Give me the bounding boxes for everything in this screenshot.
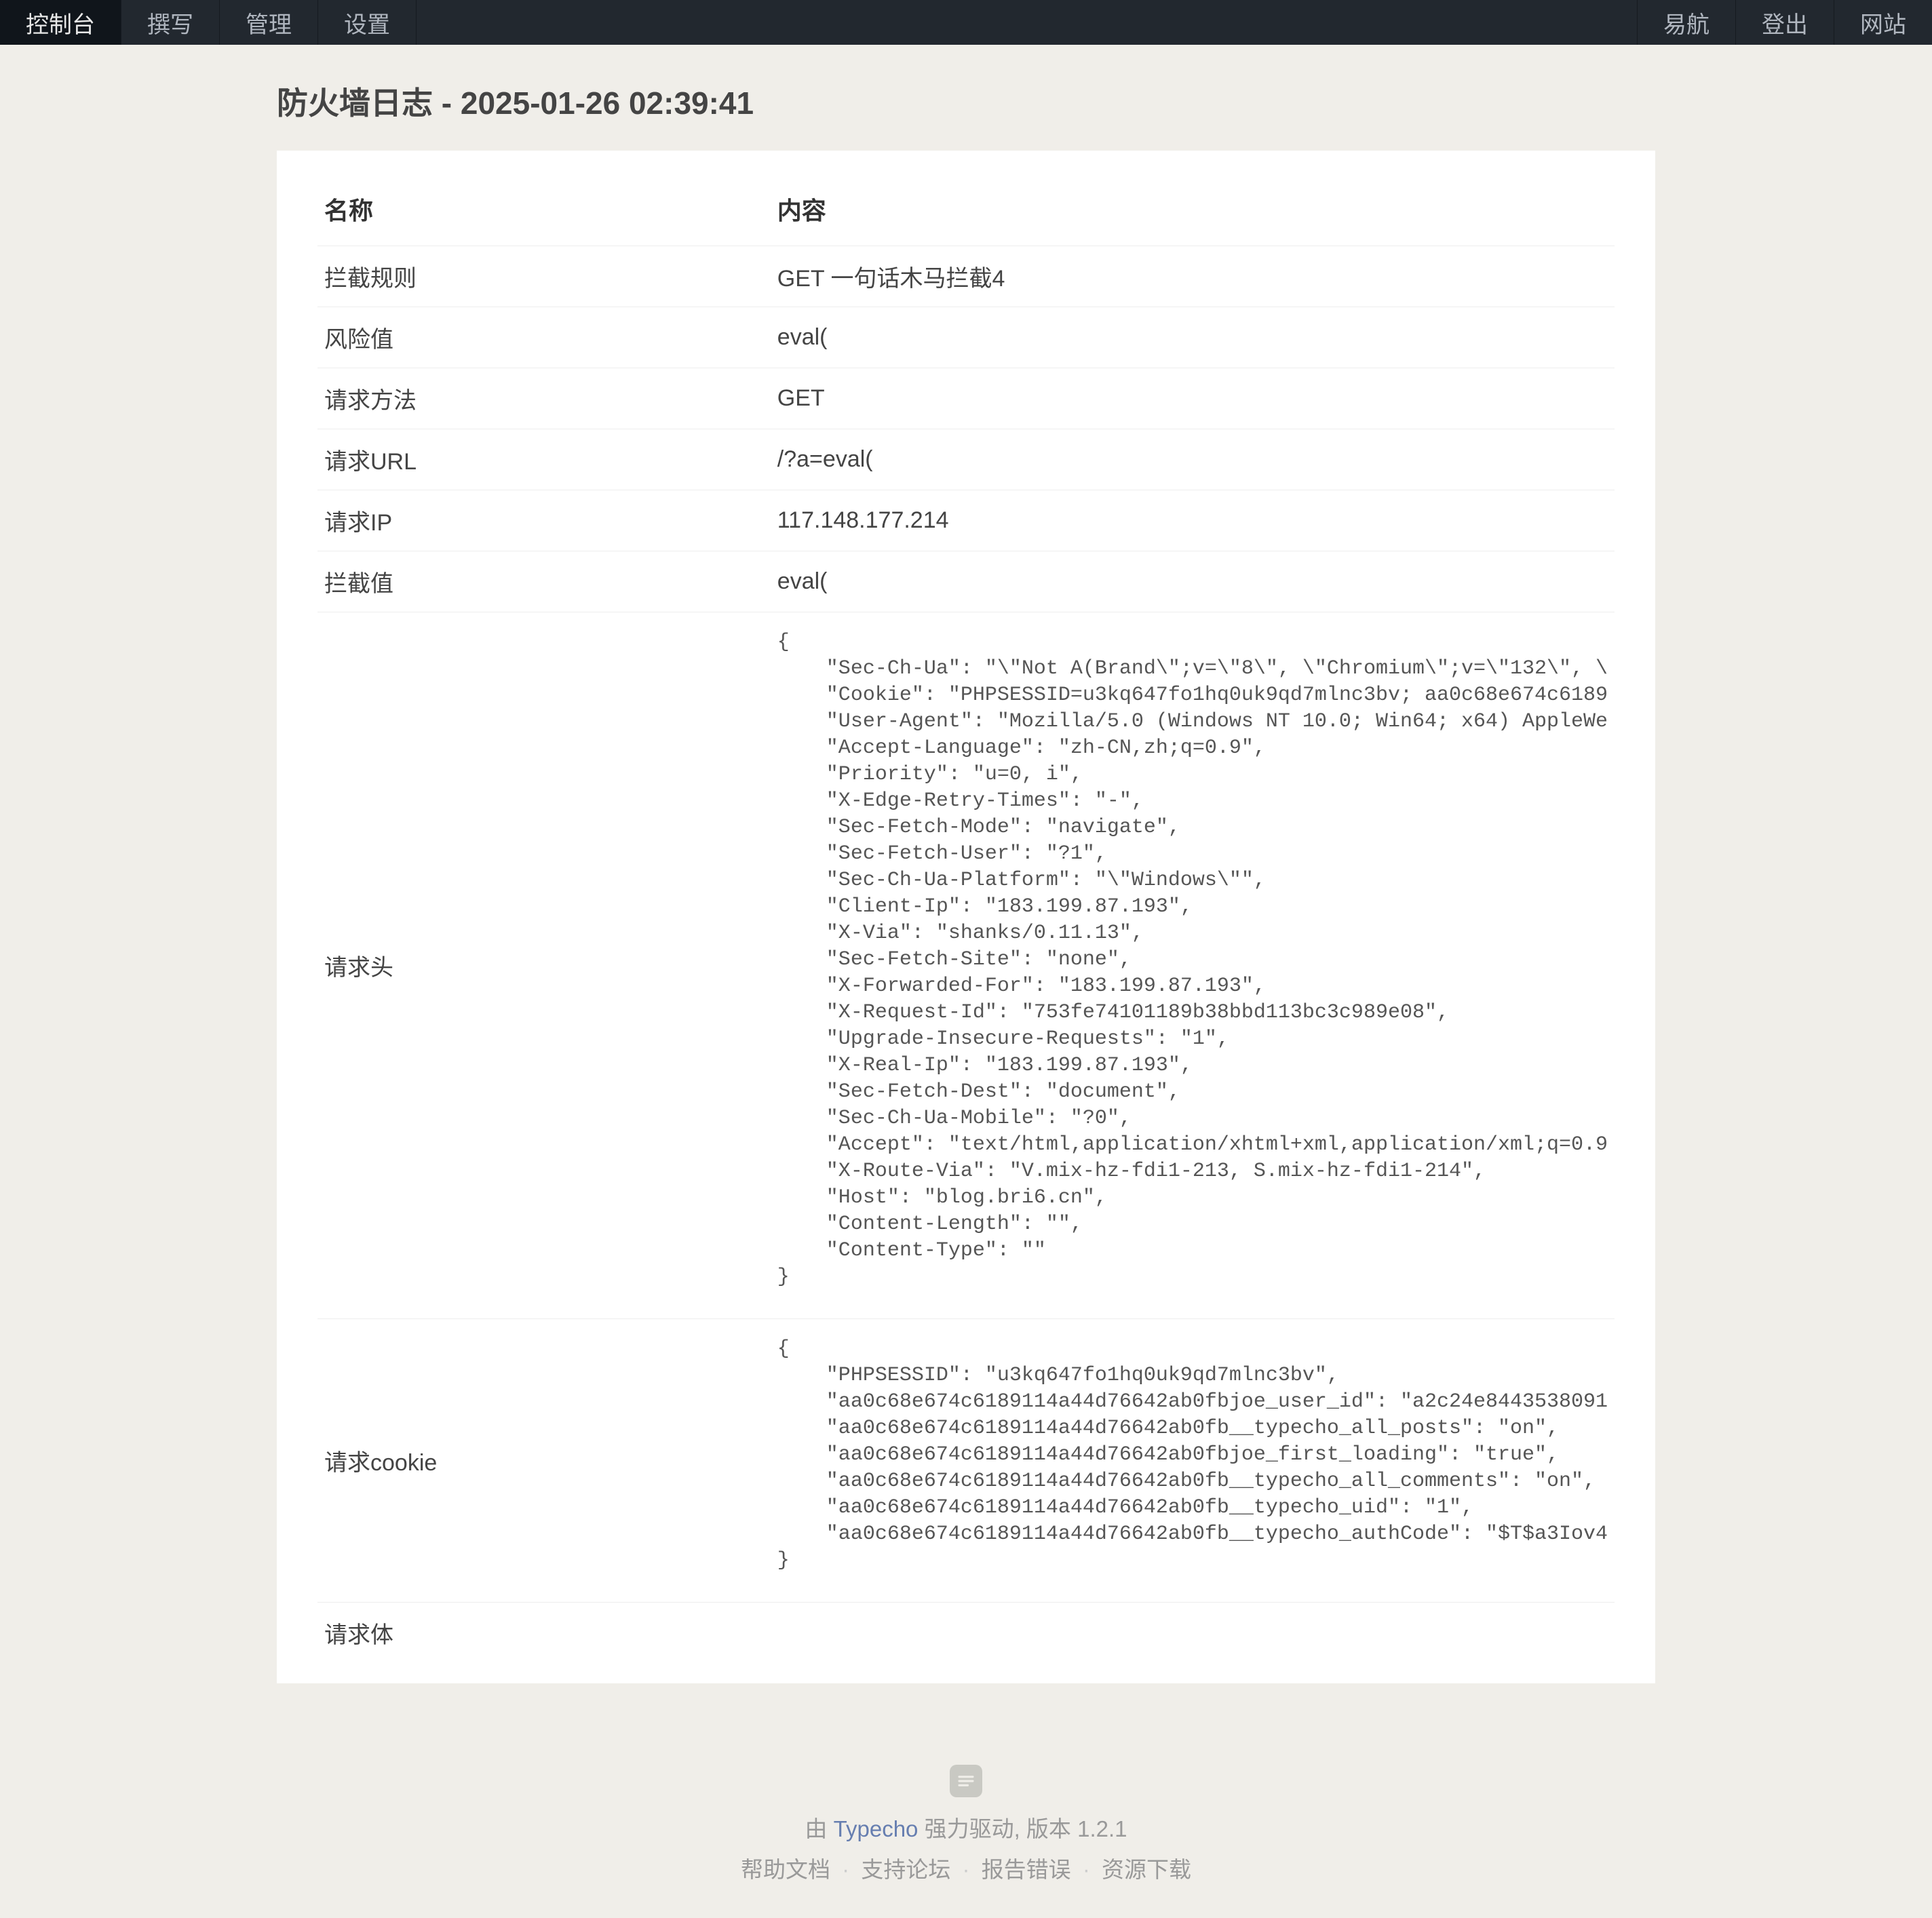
top-nav-right: 易航 登出 网站 bbox=[1637, 0, 1932, 45]
row-name: 请求cookie bbox=[317, 1319, 771, 1603]
row-name: 请求头 bbox=[317, 612, 771, 1319]
page-title: 防火墙日志 - 2025-01-26 02:39:41 bbox=[277, 79, 1655, 123]
table-row-headers: 请求头 { "Sec-Ch-Ua": "\"Not A(Brand\";v=\"… bbox=[317, 612, 1615, 1319]
row-content bbox=[771, 1603, 1615, 1664]
nav-site[interactable]: 网站 bbox=[1834, 0, 1932, 45]
row-content: eval( bbox=[771, 307, 1615, 368]
row-content-pre: { "PHPSESSID": "u3kq647fo1hq0uk9qd7mlnc3… bbox=[771, 1319, 1615, 1603]
row-content-pre: { "Sec-Ch-Ua": "\"Not A(Brand\";v=\"8\",… bbox=[771, 612, 1615, 1319]
footer-link-help[interactable]: 帮助文档 bbox=[741, 1857, 830, 1882]
typecho-logo-icon bbox=[950, 1765, 982, 1797]
top-nav-left: 控制台 撰写 管理 设置 bbox=[0, 0, 417, 45]
request-headers-pre[interactable]: { "Sec-Ch-Ua": "\"Not A(Brand\";v=\"8\",… bbox=[777, 629, 1608, 1302]
row-name: 拦截规则 bbox=[317, 246, 771, 307]
table-row: 请求方法 GET bbox=[317, 368, 1615, 429]
log-card: 名称 内容 拦截规则 GET 一句话木马拦截4 风险值 eval( 请求方法 G… bbox=[277, 151, 1655, 1683]
table-row: 请求IP 117.148.177.214 bbox=[317, 490, 1615, 551]
request-cookie-pre[interactable]: { "PHPSESSID": "u3kq647fo1hq0uk9qd7mlnc3… bbox=[777, 1336, 1608, 1585]
footer-credit: 由 Typecho 强力驱动, 版本 1.2.1 bbox=[0, 1811, 1932, 1843]
table-row-cookie: 请求cookie { "PHPSESSID": "u3kq647fo1hq0uk… bbox=[317, 1319, 1615, 1603]
separator: · bbox=[842, 1857, 849, 1882]
table-row: 请求URL /?a=eval( bbox=[317, 429, 1615, 490]
nav-write[interactable]: 撰写 bbox=[121, 0, 220, 45]
footer-text: 由 bbox=[805, 1816, 833, 1841]
row-name: 请求IP bbox=[317, 490, 771, 551]
col-content-header: 内容 bbox=[771, 178, 1615, 246]
footer-link-download[interactable]: 资源下载 bbox=[1102, 1857, 1191, 1882]
footer-text: 强力驱动, 版本 bbox=[918, 1816, 1077, 1841]
row-content: 117.148.177.214 bbox=[771, 490, 1615, 551]
table-row-body: 请求体 bbox=[317, 1603, 1615, 1664]
row-content: GET bbox=[771, 368, 1615, 429]
table-row: 拦截值 eval( bbox=[317, 551, 1615, 612]
row-name: 请求URL bbox=[317, 429, 771, 490]
row-name: 风险值 bbox=[317, 307, 771, 368]
row-name: 请求方法 bbox=[317, 368, 771, 429]
table-row: 拦截规则 GET 一句话木马拦截4 bbox=[317, 246, 1615, 307]
row-name: 请求体 bbox=[317, 1603, 771, 1664]
nav-settings[interactable]: 设置 bbox=[318, 0, 417, 45]
row-content: GET 一句话木马拦截4 bbox=[771, 246, 1615, 307]
nav-manage[interactable]: 管理 bbox=[220, 0, 318, 45]
row-content: eval( bbox=[771, 551, 1615, 612]
footer-version: 1.2.1 bbox=[1077, 1816, 1127, 1841]
row-content: /?a=eval( bbox=[771, 429, 1615, 490]
nav-logout[interactable]: 登出 bbox=[1735, 0, 1834, 45]
separator: · bbox=[1083, 1857, 1090, 1882]
row-name: 拦截值 bbox=[317, 551, 771, 612]
top-nav: 控制台 撰写 管理 设置 易航 登出 网站 bbox=[0, 0, 1932, 45]
col-name-header: 名称 bbox=[317, 178, 771, 246]
footer-links: 帮助文档 · 支持论坛 · 报告错误 · 资源下载 bbox=[0, 1852, 1932, 1884]
footer: 由 Typecho 强力驱动, 版本 1.2.1 帮助文档 · 支持论坛 · 报… bbox=[0, 1738, 1932, 1918]
log-table: 名称 内容 拦截规则 GET 一句话木马拦截4 风险值 eval( 请求方法 G… bbox=[317, 178, 1615, 1663]
footer-link-forum[interactable]: 支持论坛 bbox=[861, 1857, 950, 1882]
typecho-link[interactable]: Typecho bbox=[834, 1816, 919, 1841]
separator: · bbox=[963, 1857, 970, 1882]
table-row: 风险值 eval( bbox=[317, 307, 1615, 368]
nav-console[interactable]: 控制台 bbox=[0, 0, 121, 45]
nav-user[interactable]: 易航 bbox=[1637, 0, 1735, 45]
footer-link-bug[interactable]: 报告错误 bbox=[982, 1857, 1071, 1882]
